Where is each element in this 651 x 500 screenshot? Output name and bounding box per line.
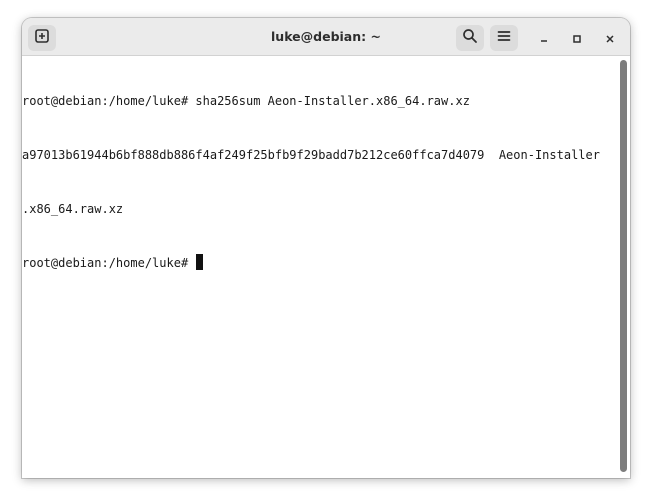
- hamburger-menu-icon: [496, 28, 512, 48]
- minimize-button[interactable]: [534, 28, 554, 48]
- new-tab-icon: [34, 28, 50, 48]
- terminal-prompt: root@debian:/home/luke#: [22, 256, 196, 270]
- minimize-icon: [539, 29, 549, 48]
- close-icon: [605, 29, 615, 48]
- terminal-view[interactable]: root@debian:/home/luke# sha256sum Aeon-I…: [22, 56, 630, 478]
- terminal-line: a97013b61944b6bf888db886f4af249f25bfb9f2…: [22, 148, 600, 162]
- search-icon: [462, 28, 478, 48]
- terminal-line: .x86_64.raw.xz: [22, 202, 124, 216]
- search-button[interactable]: [456, 25, 484, 51]
- window-title: luke@debian: ~: [271, 29, 381, 44]
- terminal-output: root@debian:/home/luke# sha256sum Aeon-I…: [22, 56, 620, 308]
- menu-button[interactable]: [490, 25, 518, 51]
- maximize-icon: [572, 29, 582, 48]
- scrollbar-thumb[interactable]: [620, 60, 627, 472]
- headerbar: luke@debian: ~: [22, 18, 630, 56]
- terminal-line: root@debian:/home/luke# sha256sum Aeon-I…: [22, 94, 470, 108]
- maximize-button[interactable]: [567, 28, 587, 48]
- new-tab-button[interactable]: [28, 25, 56, 51]
- terminal-window: luke@debian: ~ root@debian:/home/luke# s…: [22, 18, 630, 478]
- terminal-prompt-line: root@debian:/home/luke#: [22, 254, 620, 272]
- close-button[interactable]: [600, 28, 620, 48]
- scrollbar[interactable]: [620, 56, 628, 478]
- text-cursor: [196, 254, 204, 270]
